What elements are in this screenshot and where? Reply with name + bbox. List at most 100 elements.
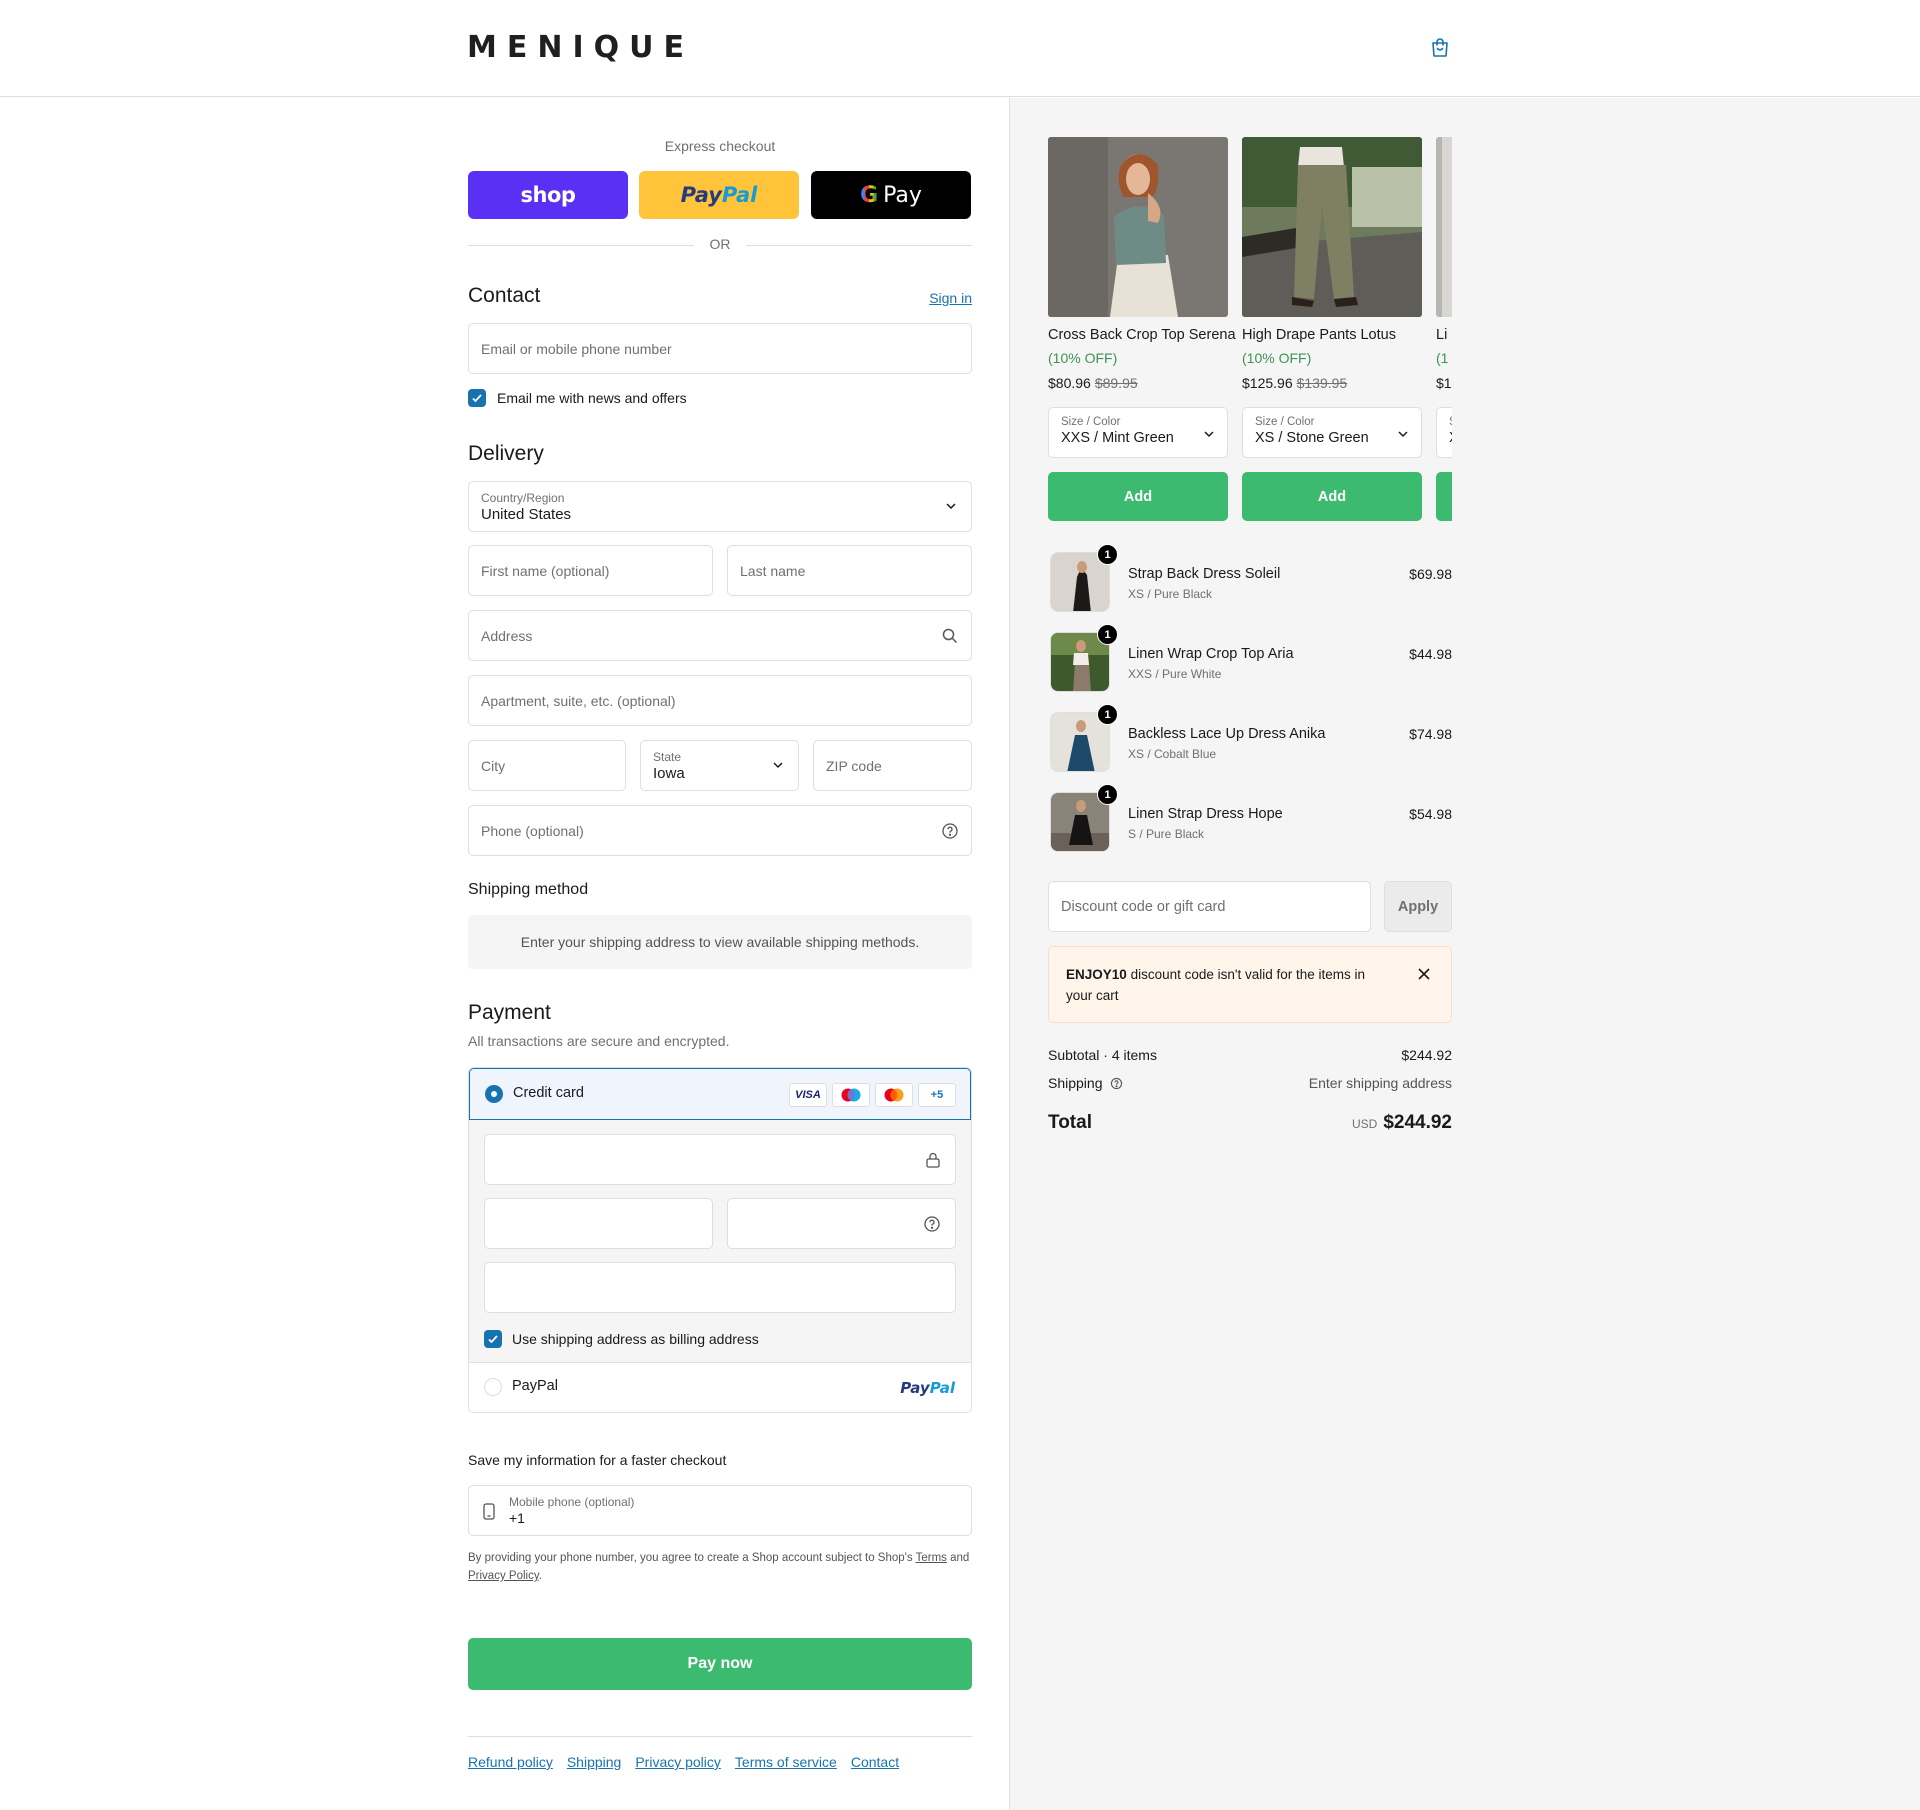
- google-g-icon: G: [860, 182, 879, 208]
- variant-label: Size / Color: [1061, 416, 1121, 428]
- add-to-cart-button[interactable]: Add: [1242, 472, 1422, 521]
- product-price: $1: [1436, 375, 1452, 391]
- shipping-row: Shipping Enter shipping address: [1048, 1075, 1452, 1091]
- footer-links: Refund policy Shipping Privacy policy Te…: [468, 1754, 899, 1770]
- original-price: $89.95: [1094, 375, 1138, 391]
- address-input[interactable]: [469, 611, 971, 660]
- close-icon[interactable]: [1417, 967, 1431, 981]
- discount-field[interactable]: [1048, 881, 1371, 932]
- name-on-card-field[interactable]: [484, 1262, 956, 1313]
- product-image[interactable]: [1242, 137, 1422, 317]
- item-variant: XS / Cobalt Blue: [1128, 747, 1217, 761]
- shop-privacy-link[interactable]: Privacy Policy: [468, 1570, 539, 1582]
- variant-select[interactable]: S X: [1436, 407, 1452, 458]
- shipping-link[interactable]: Shipping: [567, 1754, 622, 1770]
- address-field[interactable]: [468, 610, 972, 661]
- city-field[interactable]: [468, 740, 626, 791]
- mobile-phone-field[interactable]: Mobile phone (optional) +1: [468, 1485, 972, 1536]
- cart-line-item: 1 Strap Back Dress Soleil XS / Pure Blac…: [1048, 544, 1452, 614]
- fine-print-text: and: [950, 1552, 970, 1564]
- phone-input[interactable]: [469, 806, 971, 855]
- shop-terms-notice: By providing your phone number, you agre…: [468, 1549, 972, 1585]
- brand-logo[interactable]: MENIQUE: [467, 30, 694, 65]
- product-name[interactable]: Li: [1436, 327, 1447, 343]
- cart-line-item: 1 Linen Strap Dress Hope S / Pure Black …: [1048, 784, 1452, 854]
- or-label: OR: [709, 236, 731, 252]
- shop-terms-link[interactable]: Terms: [916, 1552, 947, 1564]
- product-name[interactable]: Cross Back Crop Top Serena: [1048, 327, 1236, 343]
- card-number-field[interactable]: [484, 1134, 956, 1185]
- header: MENIQUE: [0, 0, 1920, 97]
- add-to-cart-button[interactable]: [1436, 472, 1452, 521]
- variant-select[interactable]: Size / Color XS / Stone Green: [1242, 407, 1422, 458]
- item-variant: XXS / Pure White: [1128, 667, 1222, 681]
- google-pay-button[interactable]: G Pay: [811, 171, 971, 219]
- last-name-field[interactable]: [727, 545, 972, 596]
- fine-print-text: .: [538, 1570, 542, 1582]
- paypal-option[interactable]: PayPal PayPal: [469, 1363, 971, 1412]
- paypal-radio[interactable]: [484, 1378, 502, 1396]
- credit-card-option[interactable]: Credit card VISA +5: [469, 1068, 971, 1120]
- discount-input[interactable]: [1049, 882, 1370, 931]
- total-value: USD $244.92: [1352, 1112, 1452, 1134]
- first-name-input[interactable]: [469, 546, 712, 595]
- delivery-heading: Delivery: [468, 442, 544, 465]
- quantity-badge: 1: [1097, 544, 1118, 565]
- payment-heading: Payment: [468, 1001, 551, 1024]
- security-code-field[interactable]: [727, 1198, 956, 1249]
- state-select[interactable]: State Iowa: [640, 740, 799, 791]
- item-name: Strap Back Dress Soleil: [1128, 566, 1281, 582]
- paypal-option-label: PayPal: [512, 1378, 558, 1394]
- subtotal-value: $244.92: [1401, 1047, 1452, 1063]
- variant-value: XXS / Mint Green: [1061, 430, 1174, 446]
- country-select[interactable]: Country/Region United States: [468, 481, 972, 532]
- paypal-button[interactable]: Pay Pal: [639, 171, 799, 219]
- zip-field[interactable]: [813, 740, 972, 791]
- item-name: Linen Strap Dress Hope: [1128, 806, 1283, 822]
- phone-field[interactable]: [468, 805, 972, 856]
- total-amount: $244.92: [1383, 1112, 1452, 1133]
- footer-divider: [468, 1736, 972, 1737]
- variant-value: XS / Stone Green: [1255, 430, 1369, 446]
- help-icon[interactable]: [923, 1215, 941, 1233]
- billing-address-checkbox[interactable]: [484, 1330, 502, 1348]
- email-field[interactable]: [468, 323, 972, 374]
- contact-link[interactable]: Contact: [851, 1754, 899, 1770]
- apartment-input[interactable]: [469, 676, 971, 725]
- upsell-carousel: Cross Back Crop Top Serena (10% OFF) $80…: [1048, 137, 1452, 523]
- current-price: $80.96: [1048, 375, 1091, 391]
- city-input[interactable]: [469, 741, 625, 790]
- help-icon[interactable]: [1110, 1077, 1123, 1090]
- total-label: Total: [1048, 1112, 1092, 1133]
- product-discount: (10% OFF): [1048, 350, 1118, 366]
- zip-input[interactable]: [814, 741, 971, 790]
- last-name-input[interactable]: [728, 546, 971, 595]
- google-pay-label: Pay: [883, 182, 922, 208]
- shopping-bag-icon[interactable]: [1428, 36, 1452, 60]
- sign-in-link[interactable]: Sign in: [929, 290, 972, 306]
- apartment-field[interactable]: [468, 675, 972, 726]
- terms-of-service-link[interactable]: Terms of service: [735, 1754, 837, 1770]
- product-name[interactable]: High Drape Pants Lotus: [1242, 327, 1396, 343]
- variant-select[interactable]: Size / Color XXS / Mint Green: [1048, 407, 1228, 458]
- product-image[interactable]: [1436, 137, 1452, 317]
- email-input[interactable]: [469, 324, 971, 373]
- product-image[interactable]: [1048, 137, 1228, 317]
- expiration-field[interactable]: [484, 1198, 713, 1249]
- chevron-down-icon: [946, 503, 956, 510]
- pay-now-button[interactable]: Pay now: [468, 1638, 972, 1690]
- contact-heading: Contact: [468, 284, 541, 307]
- cart-line-item: 1 Backless Lace Up Dress Anika XS / Coba…: [1048, 704, 1452, 774]
- apply-discount-button[interactable]: Apply: [1384, 881, 1452, 932]
- privacy-policy-link[interactable]: Privacy policy: [635, 1754, 721, 1770]
- credit-card-radio[interactable]: [485, 1085, 503, 1103]
- news-offers-checkbox[interactable]: [468, 389, 486, 407]
- add-to-cart-button[interactable]: Add: [1048, 472, 1228, 521]
- help-icon[interactable]: [941, 822, 959, 840]
- shop-pay-button[interactable]: shop: [468, 171, 628, 219]
- paypal-logo-part1: Pay: [900, 1379, 930, 1397]
- refund-policy-link[interactable]: Refund policy: [468, 1754, 553, 1770]
- more-cards-badge[interactable]: +5: [918, 1083, 956, 1107]
- shop-pay-logo: shop: [520, 183, 576, 207]
- first-name-field[interactable]: [468, 545, 713, 596]
